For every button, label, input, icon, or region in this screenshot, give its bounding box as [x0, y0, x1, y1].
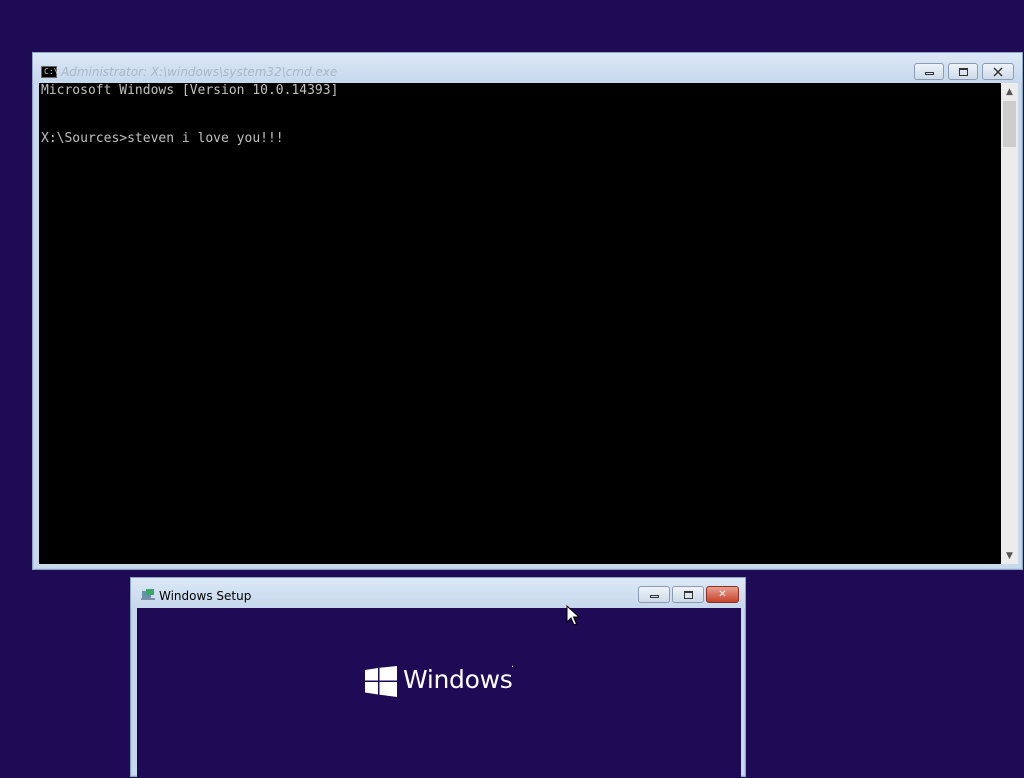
setup-maximize-button[interactable]: [672, 586, 704, 603]
scroll-down-arrow-icon[interactable]: ▼: [1001, 547, 1018, 564]
setup-window[interactable]: Windows Setup ✕ Windows ·: [130, 577, 746, 778]
windows-flag-icon: [365, 666, 397, 697]
logo-mark: ·: [511, 662, 515, 673]
setup-close-button[interactable]: ✕: [706, 586, 739, 603]
cmd-minimize-button[interactable]: [914, 63, 944, 80]
console-line: Microsoft Windows [Version 10.0.14393]: [41, 83, 339, 98]
setup-minimize-button[interactable]: [638, 586, 670, 603]
windows-logo-text: Windows: [403, 665, 513, 694]
scroll-up-arrow-icon[interactable]: ▲: [1001, 83, 1018, 100]
maximize-icon: [683, 590, 693, 599]
minimize-icon: [649, 595, 659, 598]
setup-titlebar[interactable]: Windows Setup ✕: [131, 578, 745, 608]
windows-logo: Windows ·: [365, 662, 515, 700]
console-output[interactable]: Microsoft Windows [Version 10.0.14393] X…: [39, 83, 1001, 564]
cmd-close-button[interactable]: [982, 63, 1014, 80]
cmd-maximize-button[interactable]: [948, 63, 978, 80]
cmd-window-title: Administrator: X:\windows\system32\cmd.e…: [61, 65, 338, 79]
console-icon: C:\: [41, 66, 58, 78]
close-icon: [993, 66, 1003, 77]
mouse-pointer-icon: [566, 605, 580, 626]
maximize-icon: [958, 67, 968, 76]
minimize-icon: [924, 72, 934, 75]
setup-content: Windows ·: [137, 608, 741, 778]
cmd-window[interactable]: C:\ Administrator: X:\windows\system32\c…: [32, 52, 1023, 570]
scroll-thumb[interactable]: [1003, 101, 1016, 147]
setup-window-title: Windows Setup: [159, 589, 252, 603]
console-line: X:\Sources>steven i love you!!!: [41, 131, 284, 146]
close-icon: ✕: [718, 589, 727, 600]
setup-icon: [141, 589, 155, 600]
console-scrollbar[interactable]: ▲ ▼: [1001, 83, 1018, 564]
cmd-titlebar[interactable]: C:\ Administrator: X:\windows\system32\c…: [33, 53, 1022, 83]
